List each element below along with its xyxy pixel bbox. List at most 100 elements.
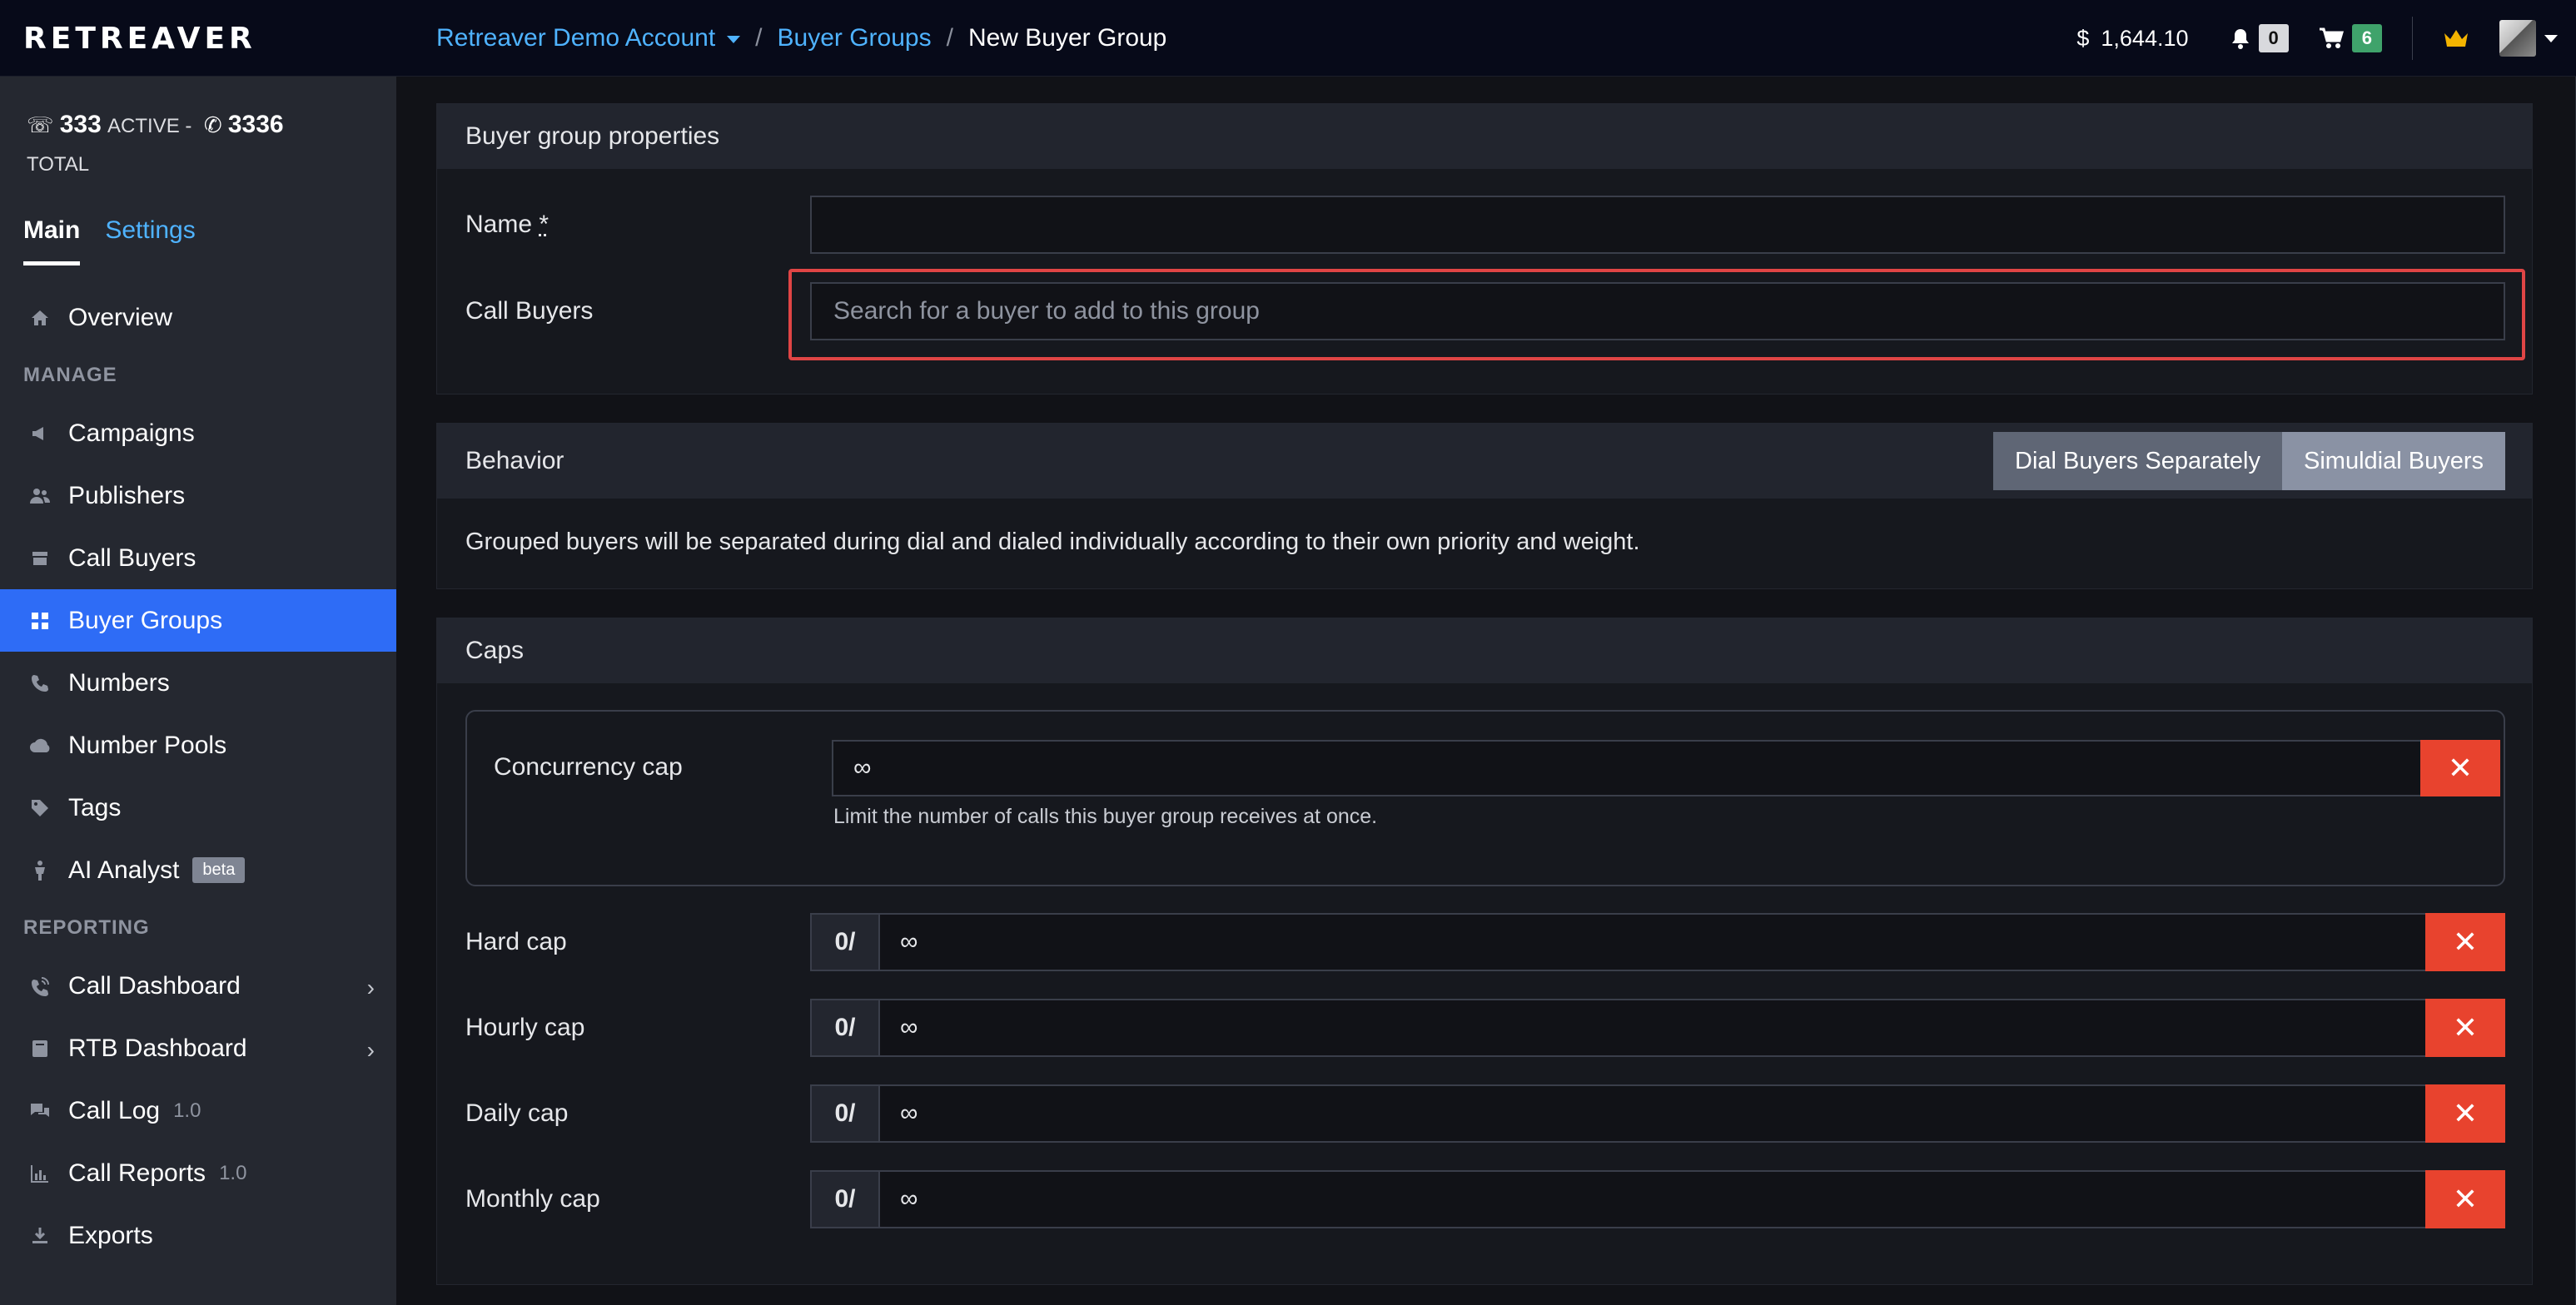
monthly-cap-label: Monthly cap — [465, 1185, 600, 1213]
users-icon — [28, 484, 52, 508]
clear-concurrency-button[interactable]: ✕ — [2420, 740, 2500, 796]
chat-icon — [28, 1099, 52, 1123]
breadcrumb-account[interactable]: Retreaver Demo Account — [436, 24, 741, 52]
daily-cap-prefix: 0/ — [810, 1084, 880, 1143]
notifications-button[interactable]: 0 — [2230, 24, 2289, 52]
chevron-down-icon[interactable] — [2544, 34, 2558, 42]
sidebar-item-campaigns[interactable]: Campaigns — [0, 402, 396, 464]
sidebar: ☏ 333 ACTIVE - ✆ 3336 TOTAL Main Setting… — [0, 77, 396, 1305]
sidebar-item-numbers[interactable]: Numbers — [0, 652, 396, 714]
top-bar: RETREAVER Retreaver Demo Account / Buyer… — [0, 0, 2576, 77]
call-stats: ☏ 333 ACTIVE - ✆ 3336 TOTAL — [27, 107, 376, 183]
retreaver-logo[interactable]: RETREAVER — [23, 22, 306, 56]
breadcrumb-separator: / — [755, 24, 763, 52]
hourly-cap-label: Hourly cap — [465, 1014, 585, 1041]
megaphone-icon — [28, 422, 52, 445]
concurrency-cap-help: Limit the number of calls this buyer gro… — [833, 805, 1378, 828]
sidebar-item-publishers[interactable]: Publishers — [0, 464, 396, 527]
total-count: 3336 — [227, 111, 284, 138]
dial-mode-toggle: Dial Buyers Separately Simuldial Buyers — [1993, 432, 2505, 490]
sidebar-item-call-dashboard[interactable]: Call Dashboard › — [0, 955, 396, 1017]
breadcrumb-separator: / — [946, 24, 953, 52]
phone-icon — [28, 672, 52, 695]
sidebar-item-number-pools[interactable]: Number Pools — [0, 714, 396, 777]
avatar[interactable] — [2499, 20, 2536, 57]
daily-cap-label: Daily cap — [465, 1099, 569, 1127]
crown-icon — [2444, 30, 2468, 47]
active-count: 333 — [59, 111, 102, 138]
tag-icon — [28, 796, 52, 820]
section-reporting: REPORTING — [23, 916, 150, 939]
total-label: TOTAL — [27, 153, 90, 176]
call-buyers-search-input[interactable] — [810, 282, 2505, 340]
clear-hourly-cap-button[interactable]: ✕ — [2425, 999, 2505, 1057]
sidebar-item-overview[interactable]: Overview — [0, 286, 396, 349]
person-icon — [28, 859, 52, 882]
breadcrumb-buyer-groups[interactable]: Buyer Groups — [778, 24, 932, 52]
cart-count: 6 — [2351, 24, 2382, 52]
beta-badge: beta — [192, 857, 246, 883]
sidebar-item-exports[interactable]: Exports — [0, 1204, 396, 1267]
sidebar-item-call-reports[interactable]: Call Reports 1.0 — [0, 1142, 396, 1204]
tab-settings[interactable]: Settings — [105, 216, 195, 265]
behavior-panel: Behavior Dial Buyers Separately Simuldia… — [436, 423, 2533, 589]
close-icon: ✕ — [2447, 751, 2474, 786]
sidebar-nav: Overview MANAGE Campaigns Publishers Cal… — [0, 286, 396, 1267]
dollar-icon: $ — [2076, 25, 2090, 51]
clear-daily-cap-button[interactable]: ✕ — [2425, 1084, 2505, 1143]
phone-icon: ✆ — [203, 112, 222, 137]
sidebar-item-call-buyers[interactable]: Call Buyers — [0, 527, 396, 589]
phone-wave-icon — [28, 975, 52, 998]
version-label: 1.0 — [219, 1161, 247, 1184]
sidebar-item-tags[interactable]: Tags — [0, 777, 396, 839]
chevron-right-icon[interactable]: › — [367, 1037, 375, 1064]
hard-cap-label: Hard cap — [465, 928, 567, 955]
name-input[interactable] — [810, 196, 2505, 254]
hard-cap-input[interactable]: ∞ — [878, 913, 2495, 971]
book-icon — [28, 1037, 52, 1060]
concurrency-cap-input[interactable]: ∞ — [832, 740, 2422, 796]
hourly-cap-input[interactable]: ∞ — [878, 999, 2495, 1057]
top-right-controls: $ 1,644.10 0 6 — [2076, 0, 2576, 77]
chevron-right-icon[interactable]: › — [367, 975, 375, 1001]
caps-header: Caps — [437, 618, 2532, 683]
breadcrumb-current: New Buyer Group — [967, 24, 1167, 52]
concurrency-cap-box: Concurrency cap ∞ ✕ Limit the number of … — [465, 710, 2505, 886]
dial-separately-button[interactable]: Dial Buyers Separately — [1993, 432, 2283, 490]
monthly-cap-prefix: 0/ — [810, 1170, 880, 1228]
breadcrumb: Retreaver Demo Account / Buyer Groups / … — [436, 0, 1166, 77]
chevron-down-icon[interactable] — [727, 35, 741, 43]
clear-monthly-cap-button[interactable]: ✕ — [2425, 1170, 2505, 1228]
simuldial-button[interactable]: Simuldial Buyers — [2282, 432, 2505, 490]
caps-panel: Caps Concurrency cap ∞ ✕ Limit the numbe… — [436, 618, 2533, 1285]
clear-hard-cap-button[interactable]: ✕ — [2425, 913, 2505, 971]
daily-cap-input[interactable]: ∞ — [878, 1084, 2495, 1143]
sidebar-item-ai-analyst[interactable]: AI Analyst beta — [0, 839, 396, 901]
notifications-count: 0 — [2258, 24, 2289, 52]
crown-button[interactable] — [2443, 28, 2469, 48]
cloud-icon — [28, 734, 52, 757]
grid-icon — [28, 609, 52, 633]
required-marker: * — [539, 211, 550, 238]
version-label: 1.0 — [173, 1099, 201, 1122]
close-icon: ✕ — [2452, 1010, 2479, 1045]
close-icon: ✕ — [2452, 925, 2479, 960]
close-icon: ✕ — [2452, 1096, 2479, 1131]
sidebar-item-call-log[interactable]: Call Log 1.0 — [0, 1079, 396, 1142]
hourly-cap-prefix: 0/ — [810, 999, 880, 1057]
active-label: ACTIVE - — [107, 115, 192, 137]
sidebar-item-rtb-dashboard[interactable]: RTB Dashboard › — [0, 1017, 396, 1079]
monthly-cap-input[interactable]: ∞ — [878, 1170, 2495, 1228]
phone-active-icon: ☏ — [27, 112, 54, 137]
close-icon: ✕ — [2452, 1182, 2479, 1217]
home-icon — [28, 306, 52, 330]
bar-chart-icon — [28, 1162, 52, 1185]
cart-button[interactable]: 6 — [2319, 24, 2382, 52]
name-label: Name * — [465, 211, 550, 238]
hard-cap-prefix: 0/ — [810, 913, 880, 971]
section-manage: MANAGE — [23, 364, 117, 386]
tab-main[interactable]: Main — [23, 216, 81, 265]
sidebar-tabs: Main Settings — [23, 216, 196, 265]
sidebar-item-buyer-groups[interactable]: Buyer Groups — [0, 589, 396, 652]
account-balance[interactable]: $ 1,644.10 — [2076, 26, 2188, 52]
